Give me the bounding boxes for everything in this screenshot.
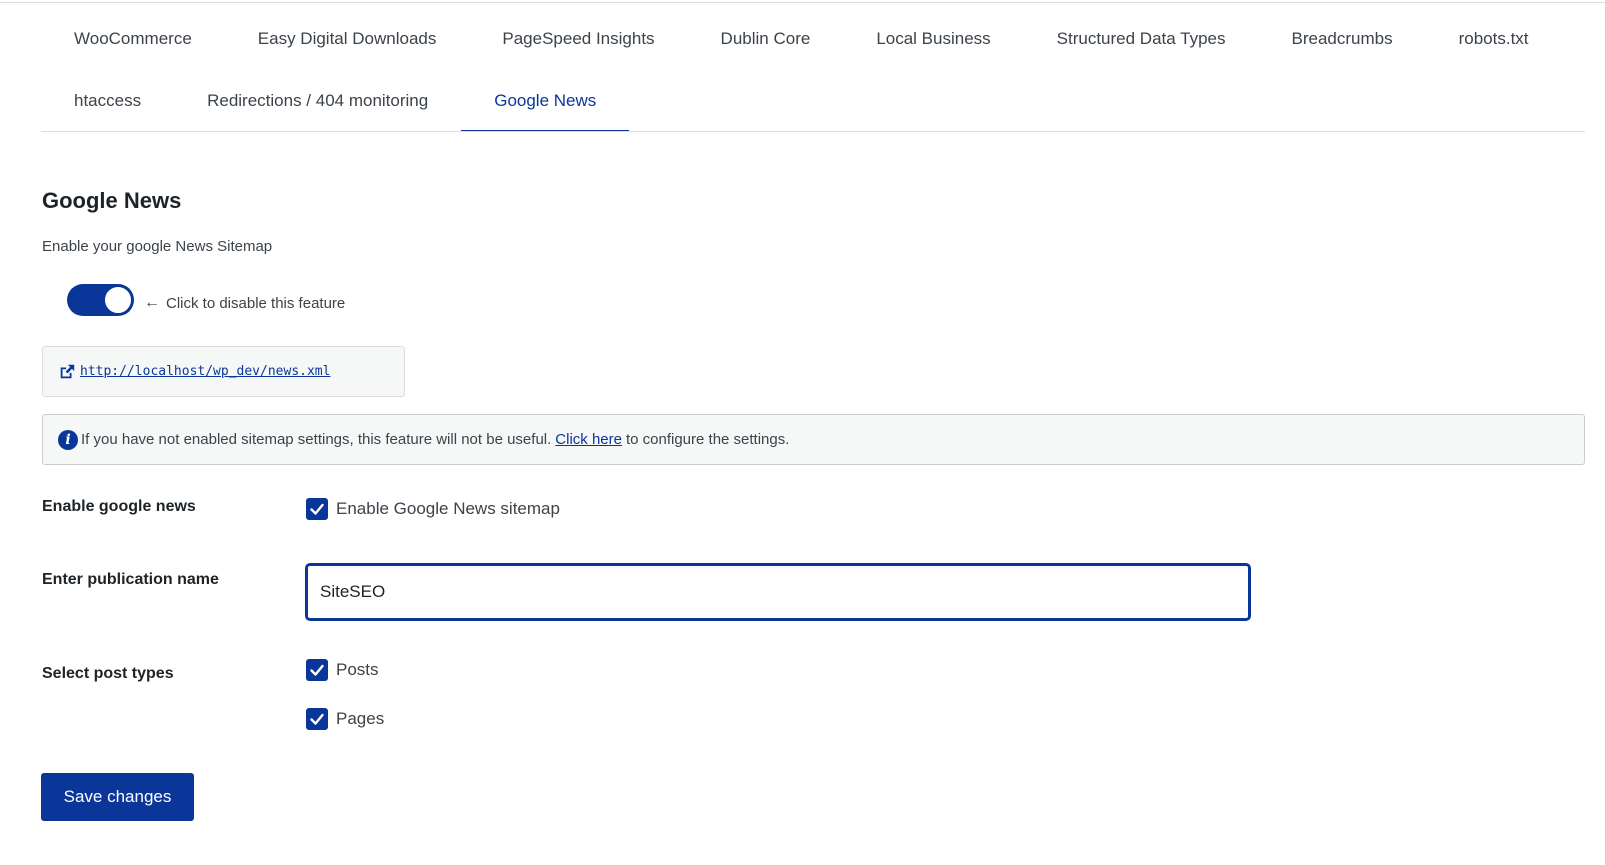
section-description: Enable your google News Sitemap: [42, 238, 273, 255]
tab-woocommerce[interactable]: WooCommerce: [41, 8, 225, 70]
tabs-row-1: WooCommerce Easy Digital Downloads PageS…: [41, 8, 1562, 70]
tab-google-news[interactable]: Google News: [461, 70, 630, 132]
checkmark-icon: [310, 503, 324, 515]
checkmark-icon: [310, 713, 324, 725]
sitemap-url-link[interactable]: http://localhost/wp_dev/news.xml: [80, 364, 330, 379]
post-type-posts-checkbox[interactable]: [306, 659, 328, 681]
tabs-divider: [41, 131, 1585, 132]
enable-news-checkbox-label: Enable Google News sitemap: [336, 499, 560, 518]
info-icon: i: [58, 429, 78, 450]
notice-text-after: to configure the settings.: [625, 431, 790, 448]
tab-htaccess[interactable]: htaccess: [41, 70, 174, 132]
tab-structured-data-types[interactable]: Structured Data Types: [1024, 8, 1259, 70]
notice-settings-link[interactable]: Click here: [555, 431, 622, 448]
post-type-posts-row[interactable]: Posts: [306, 659, 379, 681]
post-type-posts-label: Posts: [336, 660, 379, 679]
tab-easy-digital-downloads[interactable]: Easy Digital Downloads: [225, 8, 470, 70]
tab-local-business[interactable]: Local Business: [843, 8, 1023, 70]
feature-toggle[interactable]: [67, 284, 134, 316]
sitemap-notice: i If you have not enabled sitemap settin…: [42, 414, 1585, 465]
section-title: Google News: [42, 188, 182, 213]
publication-name-input[interactable]: [306, 564, 1250, 620]
toggle-knob: [103, 285, 133, 315]
sitemap-url-box: http://localhost/wp_dev/news.xml: [42, 346, 405, 397]
checkmark-icon: [310, 664, 324, 676]
external-link-icon: [60, 364, 75, 378]
tab-redirections[interactable]: Redirections / 404 monitoring: [174, 70, 461, 132]
enable-news-checkbox-row[interactable]: Enable Google News sitemap: [306, 498, 560, 520]
top-divider: [0, 2, 1605, 3]
save-changes-button[interactable]: Save changes: [41, 773, 194, 821]
tab-dublin-core[interactable]: Dublin Core: [688, 8, 844, 70]
post-types-label: Select post types: [42, 665, 174, 682]
notice-text-before: If you have not enabled sitemap settings…: [81, 431, 552, 448]
arrow-left-icon: ←: [144, 294, 160, 311]
post-type-pages-label: Pages: [336, 709, 385, 728]
toggle-hint-text: Click to disable this feature: [166, 294, 346, 312]
post-type-pages-row[interactable]: Pages: [306, 708, 384, 730]
publication-name-label: Enter publication name: [42, 571, 219, 588]
post-type-pages-checkbox[interactable]: [306, 708, 328, 730]
enable-news-checkbox[interactable]: [306, 498, 328, 520]
enable-news-label: Enable google news: [42, 498, 196, 515]
tabs-row-2: htaccess Redirections / 404 monitoring G…: [41, 70, 630, 132]
tab-robots-txt[interactable]: robots.txt: [1426, 8, 1562, 70]
tab-pagespeed-insights[interactable]: PageSpeed Insights: [469, 8, 687, 70]
toggle-hint: ← Click to disable this feature: [144, 294, 345, 312]
tab-breadcrumbs[interactable]: Breadcrumbs: [1259, 8, 1426, 70]
